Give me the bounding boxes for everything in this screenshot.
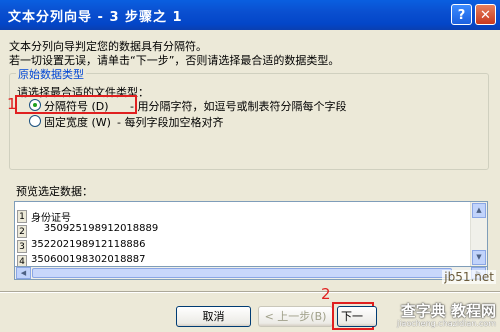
option-delimited-label[interactable]: 分隔符号 (D) (44, 98, 109, 114)
watermark-brand: 查字典 教程网 (400, 302, 496, 320)
button-separator (0, 291, 500, 293)
watermark-url: jiaocheng.chazidian.com (396, 319, 496, 328)
scroll-left-icon[interactable]: ◀ (16, 267, 31, 279)
cancel-button[interactable]: 取消 (176, 306, 251, 327)
close-button[interactable]: ✕ (475, 4, 496, 25)
next-button[interactable]: 下一 (337, 306, 377, 327)
help-button[interactable]: ? (451, 4, 472, 25)
title-bar[interactable]: 文本分列向导 - 3 步骤之 1 ? ✕ (0, 0, 500, 30)
row-number: 3 (17, 240, 27, 253)
row-number: 4 (17, 255, 27, 266)
preview-pane[interactable]: 1 身份证号 2 350925198912018889 3 3522021989… (14, 201, 488, 267)
scroll-down-icon[interactable]: ▼ (472, 250, 486, 265)
option-fixed-width-description: - 每列字段加空格对齐 (117, 116, 224, 129)
scroll-up-icon[interactable]: ▲ (472, 203, 486, 218)
radio-delimited[interactable] (29, 99, 41, 111)
horizontal-scrollbar[interactable]: ◀ ▶ (14, 267, 488, 280)
preview-row: 350925198912018889 (31, 223, 159, 234)
window-title: 文本分列向导 - 3 步骤之 1 (8, 10, 183, 25)
vertical-scrollbar[interactable]: ▲ ▼ (470, 202, 487, 266)
step-2-marker: 2 (321, 285, 331, 303)
option-fixed-width-label[interactable]: 固定宽度 (W) (44, 114, 111, 130)
radio-selected-dot (33, 103, 37, 107)
row-number: 2 (17, 225, 27, 238)
preview-row: 350600198302018887 (31, 254, 146, 265)
preview-row: 身份证号 (31, 213, 71, 224)
radio-fixed-width[interactable] (29, 115, 41, 127)
option-delimited-description: - 用分隔字符，如逗号或制表符分隔每个字段 (130, 100, 347, 113)
preview-row: 352202198912118886 (31, 239, 146, 250)
preview-label: 预览选定数据： (16, 185, 93, 198)
row-number: 1 (17, 210, 27, 223)
horizontal-scroll-thumb[interactable] (32, 268, 452, 278)
watermark-site: jb51.net (442, 270, 496, 284)
back-button[interactable]: < 上一步(B) (258, 306, 333, 327)
group-legend: 原始数据类型 (16, 66, 86, 82)
